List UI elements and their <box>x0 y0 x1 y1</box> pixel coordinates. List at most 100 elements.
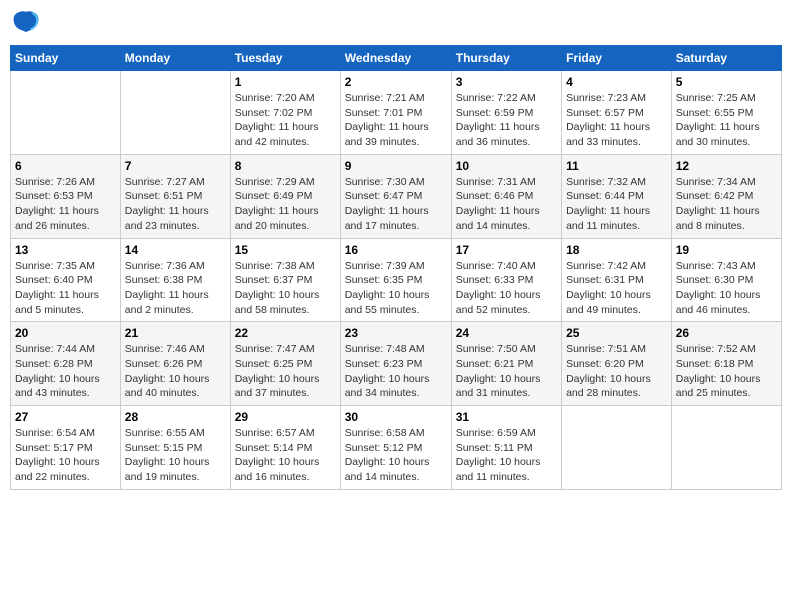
calendar-cell: 20Sunrise: 7:44 AM Sunset: 6:28 PM Dayli… <box>11 322 121 406</box>
calendar-cell: 30 Sunrise: 6:58 AM Sunset: 5:12 PM Dayli… <box>340 406 451 490</box>
day-number: 10 <box>456 159 557 173</box>
calendar-cell: 23 Sunrise: 7:48 AM Sunset: 6:23 PM Dayli… <box>340 322 451 406</box>
day-number: 30 <box>345 410 447 424</box>
day-info: Sunrise: 7:27 AM Sunset: 6:51 PM Dayligh… <box>125 175 226 234</box>
day-number: 3 <box>456 75 557 89</box>
day-number: 21 <box>125 326 226 340</box>
day-info: Sunrise: 7:20 AM Sunset: 7:02 PM Dayligh… <box>235 91 336 150</box>
calendar-cell: 7 Sunrise: 7:27 AM Sunset: 6:51 PM Daylig… <box>120 154 230 238</box>
day-number: 20 <box>15 326 116 340</box>
day-info: Sunrise: 7:30 AM Sunset: 6:47 PM Dayligh… <box>345 175 447 234</box>
day-number: 23 <box>345 326 447 340</box>
day-info: Sunrise: 7:47 AM Sunset: 6:25 PM Dayligh… <box>235 342 336 401</box>
day-info: Sunrise: 6:57 AM Sunset: 5:14 PM Dayligh… <box>235 426 336 485</box>
calendar-cell: 5 Sunrise: 7:25 AM Sunset: 6:55 PM Daylig… <box>671 71 781 155</box>
calendar-cell: 3 Sunrise: 7:22 AM Sunset: 6:59 PM Daylig… <box>451 71 561 155</box>
day-info: Sunrise: 7:25 AM Sunset: 6:55 PM Dayligh… <box>676 91 777 150</box>
calendar-cell: 19 Sunrise: 7:43 AM Sunset: 6:30 PM Dayli… <box>671 238 781 322</box>
calendar-cell: 14 Sunrise: 7:36 AM Sunset: 6:38 PM Dayli… <box>120 238 230 322</box>
calendar-cell: 28Sunrise: 6:55 AM Sunset: 5:15 PM Dayli… <box>120 406 230 490</box>
day-number: 29 <box>235 410 336 424</box>
logo <box>10 10 40 37</box>
day-number: 26 <box>676 326 777 340</box>
calendar-table: SundayMondayTuesdayWednesdayThursdayFrid… <box>10 45 782 490</box>
calendar-cell: 10 Sunrise: 7:31 AM Sunset: 6:46 PM Dayli… <box>451 154 561 238</box>
day-number: 12 <box>676 159 777 173</box>
week-row-3: 13 Sunrise: 7:35 AM Sunset: 6:40 PM Dayli… <box>11 238 782 322</box>
calendar-cell: 2Sunrise: 7:21 AM Sunset: 7:01 PM Daylig… <box>340 71 451 155</box>
calendar-cell: 21 Sunrise: 7:46 AM Sunset: 6:26 PM Dayli… <box>120 322 230 406</box>
day-number: 7 <box>125 159 226 173</box>
calendar-cell: 9 Sunrise: 7:30 AM Sunset: 6:47 PM Daylig… <box>340 154 451 238</box>
day-header-thursday: Thursday <box>451 46 561 71</box>
day-info: Sunrise: 7:29 AM Sunset: 6:49 PM Dayligh… <box>235 175 336 234</box>
calendar-cell <box>671 406 781 490</box>
day-number: 25 <box>566 326 667 340</box>
day-info: Sunrise: 7:51 AM Sunset: 6:20 PM Dayligh… <box>566 342 667 401</box>
page-header <box>10 10 782 37</box>
day-number: 4 <box>566 75 667 89</box>
day-number: 31 <box>456 410 557 424</box>
day-number: 8 <box>235 159 336 173</box>
calendar-cell: 4 Sunrise: 7:23 AM Sunset: 6:57 PM Daylig… <box>562 71 672 155</box>
day-info: Sunrise: 7:22 AM Sunset: 6:59 PM Dayligh… <box>456 91 557 150</box>
day-info: Sunrise: 7:52 AM Sunset: 6:18 PM Dayligh… <box>676 342 777 401</box>
day-info: Sunrise: 7:23 AM Sunset: 6:57 PM Dayligh… <box>566 91 667 150</box>
day-number: 18 <box>566 243 667 257</box>
day-info: Sunrise: 7:40 AM Sunset: 6:33 PM Dayligh… <box>456 259 557 318</box>
day-info: Sunrise: 7:34 AM Sunset: 6:42 PM Dayligh… <box>676 175 777 234</box>
week-row-5: 27Sunrise: 6:54 AM Sunset: 5:17 PM Dayli… <box>11 406 782 490</box>
day-info: Sunrise: 7:21 AM Sunset: 7:01 PM Dayligh… <box>345 91 447 150</box>
day-info: Sunrise: 6:59 AM Sunset: 5:11 PM Dayligh… <box>456 426 557 485</box>
logo-icon <box>12 10 40 32</box>
day-info: Sunrise: 7:31 AM Sunset: 6:46 PM Dayligh… <box>456 175 557 234</box>
day-number: 13 <box>15 243 116 257</box>
calendar-cell: 25 Sunrise: 7:51 AM Sunset: 6:20 PM Dayli… <box>562 322 672 406</box>
day-info: Sunrise: 6:58 AM Sunset: 5:12 PM Dayligh… <box>345 426 447 485</box>
calendar-cell: 1 Sunrise: 7:20 AM Sunset: 7:02 PM Daylig… <box>230 71 340 155</box>
day-info: Sunrise: 7:48 AM Sunset: 6:23 PM Dayligh… <box>345 342 447 401</box>
day-number: 14 <box>125 243 226 257</box>
day-number: 19 <box>676 243 777 257</box>
day-header-saturday: Saturday <box>671 46 781 71</box>
day-number: 9 <box>345 159 447 173</box>
day-number: 6 <box>15 159 116 173</box>
day-info: Sunrise: 7:43 AM Sunset: 6:30 PM Dayligh… <box>676 259 777 318</box>
day-info: Sunrise: 7:35 AM Sunset: 6:40 PM Dayligh… <box>15 259 116 318</box>
day-info: Sunrise: 7:50 AM Sunset: 6:21 PM Dayligh… <box>456 342 557 401</box>
day-number: 24 <box>456 326 557 340</box>
calendar-cell: 29 Sunrise: 6:57 AM Sunset: 5:14 PM Dayli… <box>230 406 340 490</box>
calendar-cell: 15 Sunrise: 7:38 AM Sunset: 6:37 PM Dayli… <box>230 238 340 322</box>
day-info: Sunrise: 7:38 AM Sunset: 6:37 PM Dayligh… <box>235 259 336 318</box>
day-info: Sunrise: 7:39 AM Sunset: 6:35 PM Dayligh… <box>345 259 447 318</box>
calendar-cell: 12 Sunrise: 7:34 AM Sunset: 6:42 PM Dayli… <box>671 154 781 238</box>
day-number: 1 <box>235 75 336 89</box>
calendar-cell: 18 Sunrise: 7:42 AM Sunset: 6:31 PM Dayli… <box>562 238 672 322</box>
day-info: Sunrise: 7:42 AM Sunset: 6:31 PM Dayligh… <box>566 259 667 318</box>
day-info: Sunrise: 6:55 AM Sunset: 5:15 PM Dayligh… <box>125 426 226 485</box>
day-number: 27 <box>15 410 116 424</box>
week-row-1: 1 Sunrise: 7:20 AM Sunset: 7:02 PM Daylig… <box>11 71 782 155</box>
day-number: 15 <box>235 243 336 257</box>
calendar-cell: 17 Sunrise: 7:40 AM Sunset: 6:33 PM Dayli… <box>451 238 561 322</box>
day-info: Sunrise: 7:36 AM Sunset: 6:38 PM Dayligh… <box>125 259 226 318</box>
day-number: 5 <box>676 75 777 89</box>
day-number: 11 <box>566 159 667 173</box>
week-row-2: 6 Sunrise: 7:26 AM Sunset: 6:53 PM Daylig… <box>11 154 782 238</box>
day-header-sunday: Sunday <box>11 46 121 71</box>
calendar-cell: 11Sunrise: 7:32 AM Sunset: 6:44 PM Dayli… <box>562 154 672 238</box>
calendar-cell: 24 Sunrise: 7:50 AM Sunset: 6:21 PM Dayli… <box>451 322 561 406</box>
week-row-4: 20Sunrise: 7:44 AM Sunset: 6:28 PM Dayli… <box>11 322 782 406</box>
day-info: Sunrise: 7:46 AM Sunset: 6:26 PM Dayligh… <box>125 342 226 401</box>
day-number: 22 <box>235 326 336 340</box>
day-info: Sunrise: 7:26 AM Sunset: 6:53 PM Dayligh… <box>15 175 116 234</box>
calendar-cell: 13 Sunrise: 7:35 AM Sunset: 6:40 PM Dayli… <box>11 238 121 322</box>
day-number: 16 <box>345 243 447 257</box>
calendar-cell <box>11 71 121 155</box>
calendar-cell: 8 Sunrise: 7:29 AM Sunset: 6:49 PM Daylig… <box>230 154 340 238</box>
calendar-cell: 6 Sunrise: 7:26 AM Sunset: 6:53 PM Daylig… <box>11 154 121 238</box>
day-number: 17 <box>456 243 557 257</box>
calendar-cell: 16 Sunrise: 7:39 AM Sunset: 6:35 PM Dayli… <box>340 238 451 322</box>
header-row: SundayMondayTuesdayWednesdayThursdayFrid… <box>11 46 782 71</box>
calendar-cell <box>562 406 672 490</box>
